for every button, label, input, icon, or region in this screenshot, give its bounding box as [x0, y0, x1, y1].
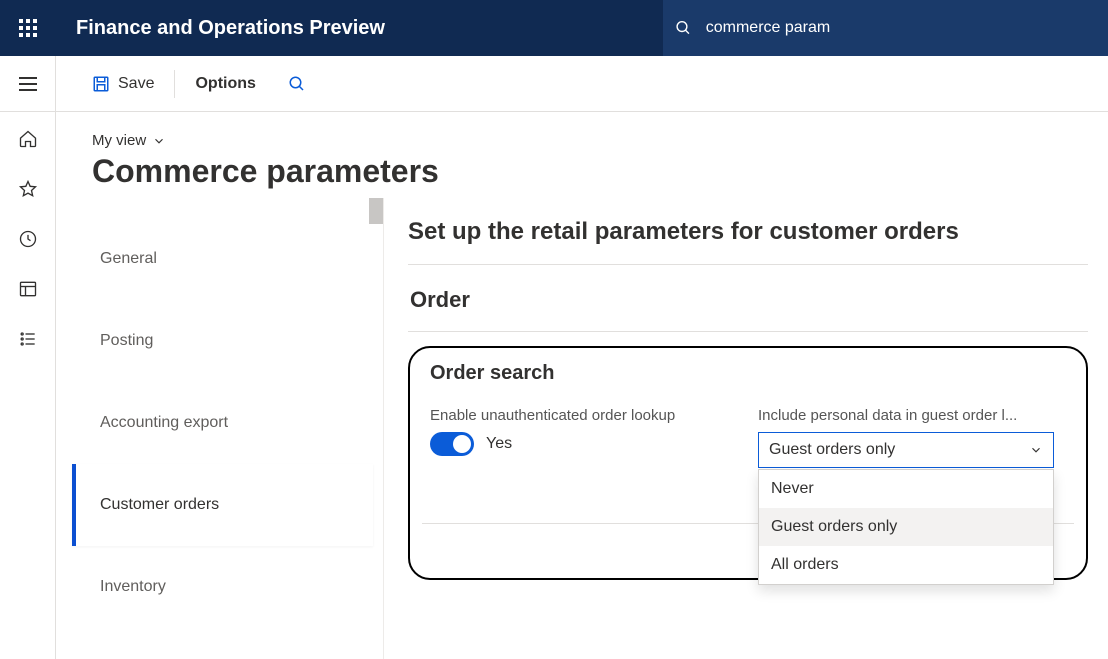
dropdown-option-never[interactable]: Never: [759, 470, 1053, 508]
field-label: Enable unauthenticated order lookup: [430, 407, 710, 424]
dropdown-option-all[interactable]: All orders: [759, 546, 1053, 584]
waffle-button[interactable]: [0, 0, 56, 56]
card-heading: Order search: [430, 362, 1066, 385]
options-label: Options: [195, 75, 255, 93]
search-input[interactable]: [704, 18, 1092, 38]
waffle-icon: [19, 19, 37, 37]
main-panel: Set up the retail parameters for custome…: [384, 198, 1108, 659]
toggle-value: Yes: [486, 435, 512, 453]
view-selector[interactable]: My view: [92, 132, 166, 149]
option-label: Guest orders only: [771, 518, 897, 535]
save-icon: [92, 75, 110, 93]
subnav-posting[interactable]: Posting: [72, 300, 373, 382]
find-button[interactable]: [272, 56, 322, 112]
order-search-card: Order search Enable unauthenticated orde…: [408, 346, 1088, 580]
toggle-knob: [453, 435, 471, 453]
scrollbar-thumb[interactable]: [369, 198, 383, 224]
recent-icon[interactable]: [17, 228, 39, 250]
field-row: Enable unauthenticated order lookup Yes …: [430, 407, 1066, 468]
subnav-general[interactable]: General: [72, 218, 373, 300]
page-body: General Posting Accounting export Custom…: [56, 198, 1108, 659]
dropdown-option-guest-only[interactable]: Guest orders only: [759, 508, 1053, 546]
toggle-enable-lookup[interactable]: Yes: [430, 432, 710, 456]
command-items: Save Options: [56, 56, 322, 111]
subnav-scrollbar[interactable]: [369, 198, 383, 659]
body: My view Commerce parameters General Post…: [0, 112, 1108, 659]
subnav-accounting-export[interactable]: Accounting export: [72, 382, 373, 464]
chevron-down-icon: [152, 134, 166, 148]
save-label: Save: [118, 75, 154, 93]
subnav-label: Customer orders: [100, 496, 219, 514]
toggle-switch[interactable]: [430, 432, 474, 456]
modules-icon[interactable]: [17, 328, 39, 350]
subnav-label: Accounting export: [100, 414, 228, 432]
select-value: Guest orders only: [769, 441, 895, 459]
command-bar: Save Options: [0, 56, 1108, 112]
sub-nav: General Posting Accounting export Custom…: [56, 198, 384, 659]
subnav-customer-orders[interactable]: Customer orders: [72, 464, 373, 546]
option-label: All orders: [771, 556, 839, 573]
command-divider: [174, 70, 175, 98]
options-button[interactable]: Options: [179, 56, 271, 112]
dropdown-include-personal-data: Never Guest orders only All orders: [758, 469, 1054, 585]
save-button[interactable]: Save: [76, 56, 170, 112]
divider: [408, 264, 1088, 265]
top-bar: Finance and Operations Preview: [0, 0, 1108, 56]
subnav-label: General: [100, 250, 157, 268]
section-heading: Order: [410, 287, 1088, 313]
search-icon: [288, 75, 306, 93]
search-icon: [675, 19, 692, 37]
select-include-personal-data[interactable]: Guest orders only: [758, 432, 1054, 468]
subnav-label: Posting: [100, 332, 153, 350]
app-title: Finance and Operations Preview: [56, 17, 385, 40]
page-title: Commerce parameters: [92, 153, 1108, 190]
star-icon[interactable]: [17, 178, 39, 200]
left-rail: [0, 112, 56, 659]
field-enable-lookup: Enable unauthenticated order lookup Yes: [430, 407, 710, 468]
menu-toggle-button[interactable]: [0, 56, 56, 111]
hamburger-icon: [19, 83, 37, 85]
field-include-personal-data: Include personal data in guest order l..…: [758, 407, 1066, 468]
page-header: My view Commerce parameters: [56, 112, 1108, 198]
search-area[interactable]: [663, 0, 1108, 56]
home-icon[interactable]: [17, 128, 39, 150]
subnav-inventory[interactable]: Inventory: [72, 546, 373, 628]
field-label: Include personal data in guest order l..…: [758, 407, 1066, 424]
content: My view Commerce parameters General Post…: [56, 112, 1108, 659]
option-label: Never: [771, 480, 814, 497]
main-title: Set up the retail parameters for custome…: [408, 218, 1088, 246]
view-label: My view: [92, 132, 146, 149]
subnav-label: Inventory: [100, 578, 166, 596]
chevron-down-icon: [1029, 443, 1043, 457]
workspaces-icon[interactable]: [17, 278, 39, 300]
